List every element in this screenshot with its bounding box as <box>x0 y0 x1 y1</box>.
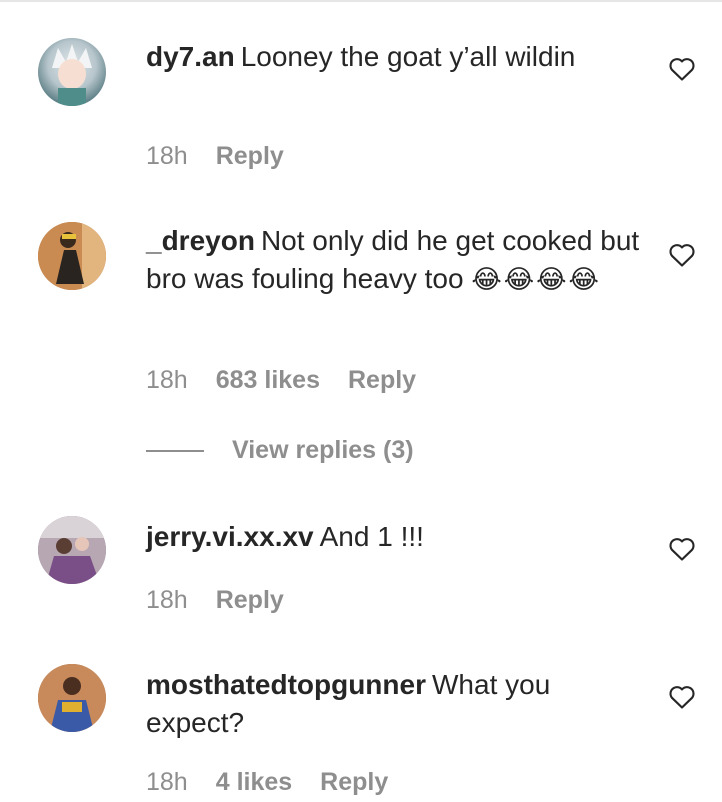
avatar[interactable] <box>38 664 106 732</box>
reply-button[interactable]: Reply <box>320 768 388 797</box>
person-photo-avatar-icon <box>38 664 106 732</box>
comment-time[interactable]: 18h <box>146 366 188 395</box>
likes-count[interactable]: 4 likes <box>216 768 292 797</box>
replies-divider <box>146 449 204 452</box>
reply-button[interactable]: Reply <box>216 142 284 171</box>
comment-username[interactable]: mosthatedtopgunner <box>146 669 426 700</box>
comment-meta: 18h Reply <box>146 142 312 171</box>
comment-time[interactable]: 18h <box>146 142 188 171</box>
comment-username[interactable]: jerry.vi.xx.xv <box>146 521 314 552</box>
reply-button[interactable]: Reply <box>348 366 416 395</box>
comment-text: _dreyon Not only did he get cooked but br… <box>146 222 646 299</box>
comment-username[interactable]: _dreyon <box>146 225 255 256</box>
avatar[interactable] <box>38 222 106 290</box>
comment-body: And 1 !!! <box>319 521 424 552</box>
heart-icon[interactable] <box>668 684 696 710</box>
top-divider <box>0 0 722 2</box>
comment-meta: 18h 683 likes Reply <box>146 366 444 395</box>
heart-icon[interactable] <box>668 242 696 268</box>
likes-count[interactable]: 683 likes <box>216 366 320 395</box>
view-replies-label[interactable]: View replies (3) <box>232 436 414 465</box>
comment-text: mosthatedtopgunner What you expect? <box>146 666 646 742</box>
comment-username[interactable]: dy7.an <box>146 41 235 72</box>
person-photo-avatar-icon <box>38 222 106 290</box>
avatar[interactable] <box>38 38 106 106</box>
laughing-emoji-icons: 😂😂😂😂 <box>471 265 601 295</box>
view-replies-button[interactable]: View replies (3) <box>146 436 414 465</box>
comment-meta: 18h 4 likes Reply <box>146 768 416 797</box>
comment-meta: 18h Reply <box>146 586 312 615</box>
reply-button[interactable]: Reply <box>216 586 284 615</box>
heart-icon[interactable] <box>668 56 696 82</box>
comment-text: dy7.an Looney the goat y’all wildin <box>146 38 646 76</box>
anime-character-avatar-icon <box>52 44 92 106</box>
comment-text: jerry.vi.xx.xv And 1 !!! <box>146 518 646 556</box>
comment-time[interactable]: 18h <box>146 768 188 797</box>
avatar[interactable] <box>38 516 106 584</box>
comment-body: Looney the goat y’all wildin <box>240 41 576 72</box>
group-photo-avatar-icon <box>38 516 106 584</box>
heart-icon[interactable] <box>668 536 696 562</box>
comment-time[interactable]: 18h <box>146 586 188 615</box>
